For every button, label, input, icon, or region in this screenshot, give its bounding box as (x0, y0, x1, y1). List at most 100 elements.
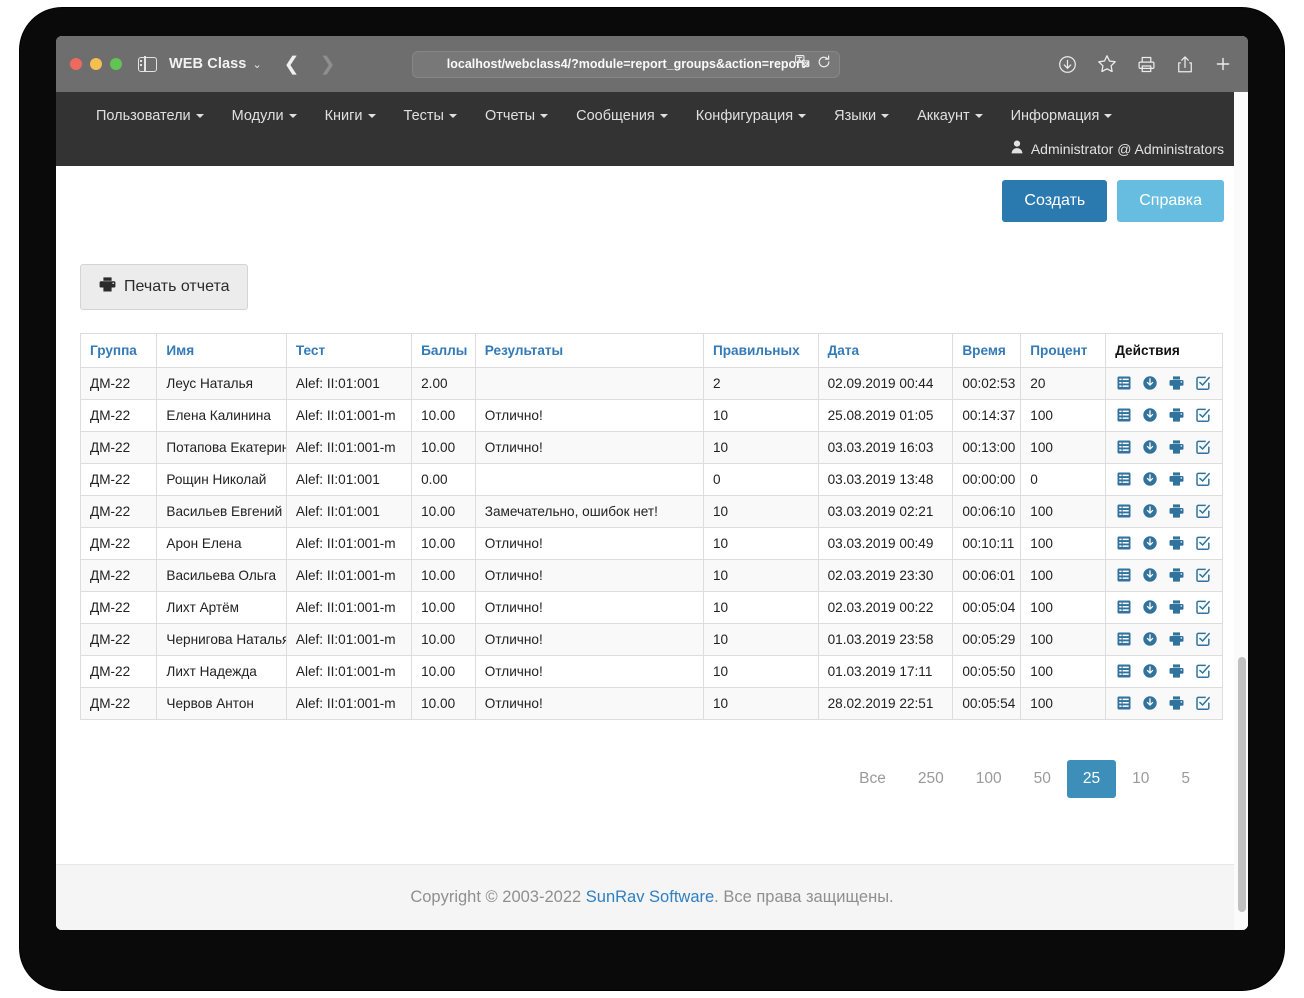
column-header-name[interactable]: Имя (157, 333, 286, 367)
print-icon[interactable] (1169, 376, 1184, 390)
menu-item-configuration[interactable]: Конфигурация (682, 100, 820, 132)
page-size-all[interactable]: Все (843, 760, 902, 798)
print-icon[interactable] (1169, 472, 1184, 486)
page-size-100[interactable]: 100 (960, 760, 1018, 798)
report-list-icon[interactable] (1117, 536, 1131, 550)
new-tab-icon[interactable] (1214, 55, 1232, 73)
report-list-icon[interactable] (1117, 408, 1131, 422)
report-list-icon[interactable] (1117, 568, 1131, 582)
check-square-icon[interactable] (1196, 440, 1210, 454)
page-size-50[interactable]: 50 (1018, 760, 1067, 798)
download-icon[interactable] (1143, 504, 1157, 518)
menu-item-languages[interactable]: Языки (820, 100, 903, 132)
print-icon[interactable] (1137, 55, 1156, 74)
address-bar[interactable]: localhost/webclass4/?module=report_group… (412, 51, 840, 78)
print-icon[interactable] (1169, 440, 1184, 454)
download-icon[interactable] (1143, 440, 1157, 454)
menu-item-messages[interactable]: Сообщения (562, 100, 682, 132)
downloads-icon[interactable] (1058, 55, 1077, 74)
menu-item-account[interactable]: Аккаунт (903, 100, 996, 132)
bookmark-star-icon[interactable] (1097, 54, 1117, 74)
page-size-250[interactable]: 250 (902, 760, 960, 798)
menu-item-users[interactable]: Пользователи (82, 100, 218, 132)
report-list-icon[interactable] (1117, 440, 1131, 454)
download-icon[interactable] (1143, 376, 1157, 390)
menu-item-books[interactable]: Книги (311, 100, 390, 132)
window-controls[interactable] (70, 58, 122, 70)
scrollbar-thumb[interactable] (1238, 657, 1246, 912)
minimize-window-button[interactable] (90, 58, 102, 70)
page-scrollbar[interactable] (1234, 92, 1248, 930)
column-header-score[interactable]: Баллы (412, 333, 476, 367)
sunrav-software-link[interactable]: SunRav Software (586, 888, 714, 906)
report-list-icon[interactable] (1117, 600, 1131, 614)
print-icon[interactable] (1169, 600, 1184, 614)
help-button[interactable]: Справка (1117, 180, 1224, 222)
page-size-5[interactable]: 5 (1165, 760, 1206, 798)
chevron-down-icon[interactable]: ⌄ (252, 58, 261, 71)
report-list-icon[interactable] (1117, 696, 1131, 710)
create-button[interactable]: Создать (1002, 180, 1107, 222)
forward-arrow-icon[interactable]: ❯ (320, 55, 336, 74)
check-square-icon[interactable] (1196, 536, 1210, 550)
print-report-button[interactable]: Печать отчета (80, 264, 248, 310)
cell-result: Отлично! (475, 623, 703, 655)
report-list-icon[interactable] (1117, 504, 1131, 518)
sidebar-toggle-icon[interactable] (138, 57, 157, 72)
column-header-percent[interactable]: Процент (1021, 333, 1106, 367)
translate-icon[interactable]: 文 (795, 55, 810, 73)
menu-label: Сообщения (576, 108, 655, 124)
menu-item-information[interactable]: Информация (997, 100, 1127, 132)
download-icon[interactable] (1143, 408, 1157, 422)
menu-item-reports[interactable]: Отчеты (471, 100, 562, 132)
download-icon[interactable] (1143, 664, 1157, 678)
menu-item-tests[interactable]: Тесты (390, 100, 471, 132)
cell-result: Замечательно, ошибок нет! (475, 495, 703, 527)
print-icon[interactable] (1169, 632, 1184, 646)
back-arrow-icon[interactable]: ❮ (284, 55, 300, 74)
column-header-time[interactable]: Время (953, 333, 1021, 367)
reload-icon[interactable] (817, 55, 831, 74)
current-user[interactable]: Administrator @ Administrators (56, 140, 1248, 166)
print-icon[interactable] (1169, 408, 1184, 422)
row-action-icons (1115, 632, 1213, 646)
menu-item-modules[interactable]: Модули (218, 100, 311, 132)
download-icon[interactable] (1143, 472, 1157, 486)
check-square-icon[interactable] (1196, 696, 1210, 710)
report-list-icon[interactable] (1117, 632, 1131, 646)
column-header-group[interactable]: Группа (81, 333, 157, 367)
column-header-results[interactable]: Результаты (475, 333, 703, 367)
report-list-icon[interactable] (1117, 376, 1131, 390)
column-header-test[interactable]: Тест (286, 333, 411, 367)
print-icon[interactable] (1169, 696, 1184, 710)
print-icon[interactable] (1169, 536, 1184, 550)
check-square-icon[interactable] (1196, 376, 1210, 390)
page-size-25[interactable]: 25 (1067, 760, 1116, 798)
main-navigation-bar: Пользователи Модули Книги Тесты Отчеты С… (56, 92, 1248, 166)
download-icon[interactable] (1143, 568, 1157, 582)
check-square-icon[interactable] (1196, 408, 1210, 422)
cell-actions (1106, 591, 1223, 623)
check-square-icon[interactable] (1196, 472, 1210, 486)
close-window-button[interactable] (70, 58, 82, 70)
print-icon[interactable] (1169, 664, 1184, 678)
maximize-window-button[interactable] (110, 58, 122, 70)
report-list-icon[interactable] (1117, 472, 1131, 486)
check-square-icon[interactable] (1196, 632, 1210, 646)
column-header-date[interactable]: Дата (818, 333, 953, 367)
download-icon[interactable] (1143, 632, 1157, 646)
check-square-icon[interactable] (1196, 568, 1210, 582)
check-square-icon[interactable] (1196, 504, 1210, 518)
download-icon[interactable] (1143, 600, 1157, 614)
download-icon[interactable] (1143, 536, 1157, 550)
print-icon[interactable] (1169, 504, 1184, 518)
page-size-10[interactable]: 10 (1116, 760, 1165, 798)
report-list-icon[interactable] (1117, 664, 1131, 678)
column-header-correct[interactable]: Правильных (703, 333, 818, 367)
check-square-icon[interactable] (1196, 600, 1210, 614)
check-square-icon[interactable] (1196, 664, 1210, 678)
share-icon[interactable] (1176, 55, 1194, 74)
print-icon[interactable] (1169, 568, 1184, 582)
download-icon[interactable] (1143, 696, 1157, 710)
cell-correct: 10 (703, 591, 818, 623)
